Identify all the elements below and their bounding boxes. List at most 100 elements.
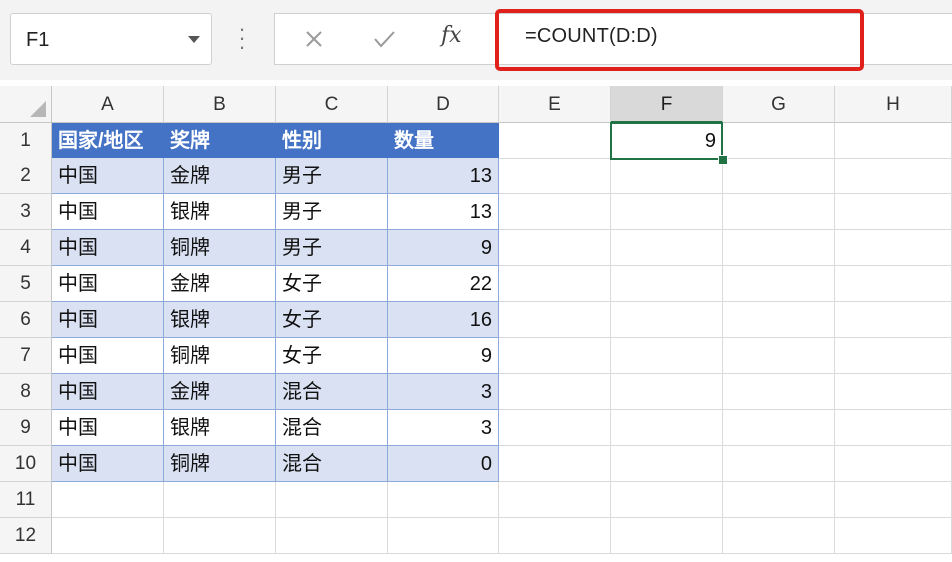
- cell-b3[interactable]: 银牌: [164, 194, 276, 230]
- cell-e12[interactable]: [499, 518, 611, 554]
- cell-c10[interactable]: 混合: [276, 446, 388, 482]
- row-header-2[interactable]: 2: [0, 158, 52, 194]
- cell-c9[interactable]: 混合: [276, 410, 388, 446]
- row-header-12[interactable]: 12: [0, 518, 52, 554]
- cell-d8[interactable]: 3: [388, 374, 499, 410]
- cell-d12[interactable]: [388, 518, 499, 554]
- cell-d7[interactable]: 9: [388, 338, 499, 374]
- cell-h12[interactable]: [835, 518, 952, 554]
- cell-b6[interactable]: 银牌: [164, 302, 276, 338]
- cell-f4[interactable]: [611, 230, 723, 266]
- enter-check-icon[interactable]: [369, 24, 399, 54]
- cell-h10[interactable]: [835, 446, 952, 482]
- cell-b2[interactable]: 金牌: [164, 158, 276, 194]
- cell-a6[interactable]: 中国: [52, 302, 164, 338]
- cell-f11[interactable]: [611, 482, 723, 518]
- cell-f9[interactable]: [611, 410, 723, 446]
- column-header-e[interactable]: E: [499, 86, 611, 123]
- table-header-a[interactable]: 国家/地区: [52, 123, 164, 159]
- cell-b9[interactable]: 银牌: [164, 410, 276, 446]
- table-header-d[interactable]: 数量: [388, 123, 499, 159]
- cell-f12[interactable]: [611, 518, 723, 554]
- cancel-icon[interactable]: [299, 24, 329, 54]
- cell-g1[interactable]: [723, 123, 835, 159]
- cell-b8[interactable]: 金牌: [164, 374, 276, 410]
- cell-d4[interactable]: 9: [388, 230, 499, 266]
- cell-g10[interactable]: [723, 446, 835, 482]
- cell-g8[interactable]: [723, 374, 835, 410]
- more-options-icon[interactable]: · · ·: [236, 18, 248, 58]
- cell-c8[interactable]: 混合: [276, 374, 388, 410]
- row-header-5[interactable]: 5: [0, 266, 52, 302]
- cell-h11[interactable]: [835, 482, 952, 518]
- cell-e3[interactable]: [499, 194, 611, 230]
- cell-a10[interactable]: 中国: [52, 446, 164, 482]
- cell-g9[interactable]: [723, 410, 835, 446]
- cell-f3[interactable]: [611, 194, 723, 230]
- row-header-9[interactable]: 9: [0, 410, 52, 446]
- cell-h9[interactable]: [835, 410, 952, 446]
- row-header-6[interactable]: 6: [0, 302, 52, 338]
- cell-c5[interactable]: 女子: [276, 266, 388, 302]
- cell-f2[interactable]: [611, 158, 723, 194]
- cell-c2[interactable]: 男子: [276, 158, 388, 194]
- column-header-f[interactable]: F: [611, 86, 723, 123]
- cell-d5[interactable]: 22: [388, 266, 499, 302]
- cell-d2[interactable]: 13: [388, 158, 499, 194]
- cell-g5[interactable]: [723, 266, 835, 302]
- row-header-8[interactable]: 8: [0, 374, 52, 410]
- cell-g6[interactable]: [723, 302, 835, 338]
- chevron-down-icon[interactable]: [188, 36, 200, 43]
- cell-a3[interactable]: 中国: [52, 194, 164, 230]
- cell-f6[interactable]: [611, 302, 723, 338]
- cell-b5[interactable]: 金牌: [164, 266, 276, 302]
- cell-b7[interactable]: 铜牌: [164, 338, 276, 374]
- cell-h4[interactable]: [835, 230, 952, 266]
- select-all-corner[interactable]: [0, 86, 52, 123]
- cell-f10[interactable]: [611, 446, 723, 482]
- row-header-7[interactable]: 7: [0, 338, 52, 374]
- cell-e4[interactable]: [499, 230, 611, 266]
- cell-a5[interactable]: 中国: [52, 266, 164, 302]
- cell-f1[interactable]: 9: [611, 123, 723, 159]
- cell-f7[interactable]: [611, 338, 723, 374]
- cell-b12[interactable]: [164, 518, 276, 554]
- cell-a12[interactable]: [52, 518, 164, 554]
- row-header-4[interactable]: 4: [0, 230, 52, 266]
- cell-b11[interactable]: [164, 482, 276, 518]
- cell-a7[interactable]: 中国: [52, 338, 164, 374]
- cell-a11[interactable]: [52, 482, 164, 518]
- cell-c3[interactable]: 男子: [276, 194, 388, 230]
- cell-c4[interactable]: 男子: [276, 230, 388, 266]
- cell-g2[interactable]: [723, 158, 835, 194]
- cell-e10[interactable]: [499, 446, 611, 482]
- cell-d6[interactable]: 16: [388, 302, 499, 338]
- cell-d11[interactable]: [388, 482, 499, 518]
- column-header-a[interactable]: A: [52, 86, 164, 123]
- cell-e5[interactable]: [499, 266, 611, 302]
- cell-h5[interactable]: [835, 266, 952, 302]
- cell-e1[interactable]: [499, 123, 611, 159]
- cell-e9[interactable]: [499, 410, 611, 446]
- table-header-b[interactable]: 奖牌: [164, 123, 276, 159]
- cell-a8[interactable]: 中国: [52, 374, 164, 410]
- cell-a4[interactable]: 中国: [52, 230, 164, 266]
- row-header-1[interactable]: 1: [0, 123, 52, 159]
- cell-g4[interactable]: [723, 230, 835, 266]
- cell-f5[interactable]: [611, 266, 723, 302]
- cell-g12[interactable]: [723, 518, 835, 554]
- column-header-c[interactable]: C: [276, 86, 388, 123]
- insert-function-icon[interactable]: fx: [441, 23, 471, 53]
- cell-d3[interactable]: 13: [388, 194, 499, 230]
- cell-h6[interactable]: [835, 302, 952, 338]
- cell-h1[interactable]: [835, 123, 952, 159]
- cell-c6[interactable]: 女子: [276, 302, 388, 338]
- fill-handle[interactable]: [718, 155, 728, 165]
- column-header-b[interactable]: B: [164, 86, 276, 123]
- cell-g11[interactable]: [723, 482, 835, 518]
- cell-d10[interactable]: 0: [388, 446, 499, 482]
- cell-h2[interactable]: [835, 158, 952, 194]
- cell-e7[interactable]: [499, 338, 611, 374]
- cell-c12[interactable]: [276, 518, 388, 554]
- name-box[interactable]: F1: [10, 13, 212, 65]
